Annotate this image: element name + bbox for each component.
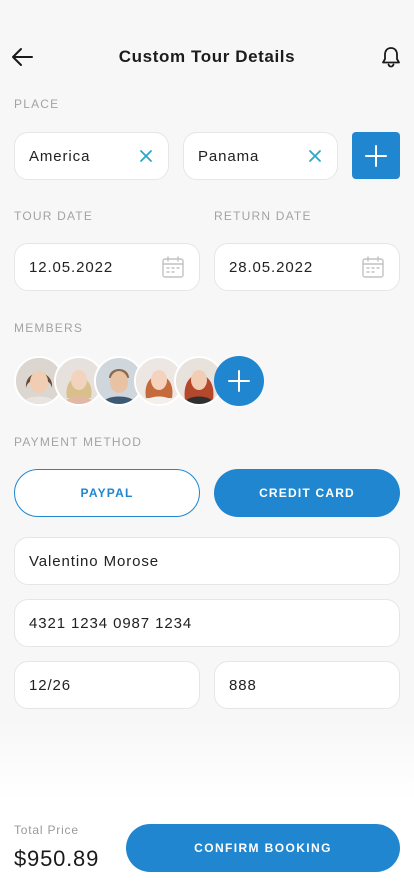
tour-date-value: 12.05.2022	[29, 258, 114, 276]
credit-card-button[interactable]: CREDIT CARD	[214, 469, 400, 517]
cvv-field[interactable]: 888	[214, 661, 400, 709]
return-date-label: RETURN DATE	[214, 209, 312, 223]
members-label: MEMBERS	[14, 321, 84, 335]
tour-date-label: TOUR DATE	[14, 209, 94, 223]
close-icon[interactable]	[138, 148, 154, 164]
card-number-value: 4321 1234 0987 1234	[29, 614, 193, 632]
add-member-button[interactable]	[214, 356, 264, 406]
close-icon[interactable]	[307, 148, 323, 164]
place-label: PLACE	[14, 97, 60, 111]
calendar-icon[interactable]	[161, 255, 185, 279]
bell-icon	[382, 47, 400, 68]
notification-button[interactable]	[378, 44, 404, 70]
origin-value: America	[29, 147, 91, 165]
plus-icon	[365, 144, 387, 167]
plus-icon	[228, 370, 250, 392]
footer: Total Price $950.89 CONFIRM BOOKING	[0, 800, 414, 896]
tour-date-field[interactable]: 12.05.2022	[14, 243, 200, 291]
card-holder-field[interactable]: Valentino Morose	[14, 537, 400, 585]
destination-field[interactable]: Panama	[183, 132, 338, 180]
card-number-field[interactable]: 4321 1234 0987 1234	[14, 599, 400, 647]
payment-method-label: PAYMENT METHOD	[14, 435, 143, 449]
total-price-value: $950.89	[14, 846, 100, 871]
header: Custom Tour Details	[0, 36, 414, 80]
calendar-icon[interactable]	[361, 255, 385, 279]
expiry-field[interactable]: 12/26	[14, 661, 200, 709]
confirm-booking-button[interactable]: CONFIRM BOOKING	[126, 824, 400, 872]
return-date-value: 28.05.2022	[229, 258, 314, 276]
total-price-label: Total Price	[14, 823, 79, 837]
return-date-field[interactable]: 28.05.2022	[214, 243, 400, 291]
page-title: Custom Tour Details	[118, 47, 296, 66]
footer-fade	[0, 720, 414, 800]
cvv-value: 888	[229, 676, 257, 694]
paypal-button[interactable]: PAYPAL	[14, 469, 200, 517]
destination-value: Panama	[198, 147, 260, 165]
add-place-button[interactable]	[352, 132, 400, 179]
member-list	[14, 356, 274, 406]
card-holder-value: Valentino Morose	[29, 552, 160, 570]
origin-field[interactable]: America	[14, 132, 169, 180]
expiry-value: 12/26	[29, 676, 72, 694]
